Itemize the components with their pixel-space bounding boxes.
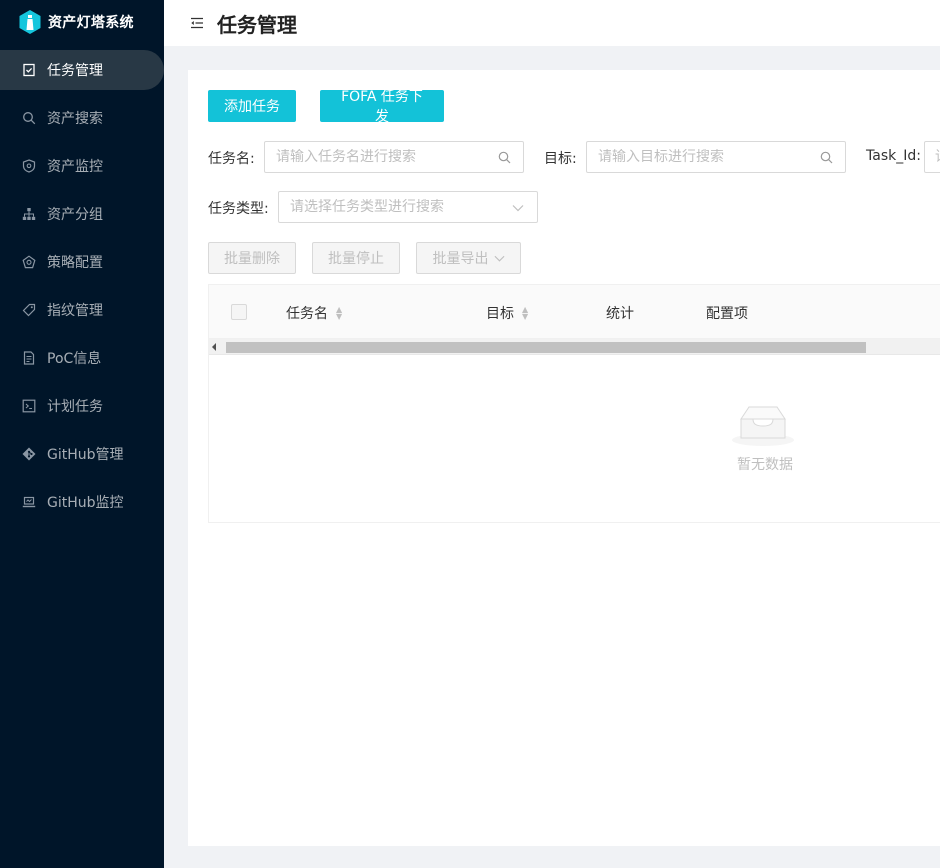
sidebar-item-fingerprint[interactable]: 指纹管理 [0, 290, 164, 330]
task-id-field[interactable] [924, 141, 940, 173]
column-header-config: 配置项 [706, 303, 748, 323]
lighthouse-logo-icon [19, 10, 41, 34]
task-id-label: Task_Id: [866, 148, 921, 164]
sidebar: 资产灯塔系统 任务管理 资产搜索 资产监控 资产分组 策略配置 指纹管理 PoC… [0, 0, 164, 868]
github-icon [22, 447, 36, 461]
task-icon [22, 63, 36, 77]
app-title: 资产灯塔系统 [48, 15, 134, 31]
batch-export-label: 批量导出 [432, 251, 489, 267]
sidebar-item-asset-monitor[interactable]: 资产监控 [0, 146, 164, 186]
policy-icon [22, 255, 36, 269]
empty-inbox-icon [732, 406, 794, 446]
sidebar-item-label: 指纹管理 [47, 303, 103, 319]
tag-icon [22, 303, 36, 317]
sidebar-item-label: PoC信息 [47, 351, 102, 367]
task-type-input[interactable] [290, 199, 537, 215]
batch-export-button[interactable]: 批量导出 [416, 242, 521, 274]
scroll-left-arrow-icon[interactable] [212, 343, 216, 351]
task-id-input[interactable] [935, 149, 940, 165]
sidebar-item-label: 资产监控 [47, 159, 103, 175]
batch-stop-button[interactable]: 批量停止 [312, 242, 400, 274]
header: 任务管理 [164, 0, 940, 46]
file-icon [22, 351, 36, 365]
sidebar-item-github-management[interactable]: GitHub管理 [0, 434, 164, 474]
empty-text: 暂无数据 [737, 457, 793, 473]
column-header-label: 统计 [606, 306, 634, 322]
sidebar-item-policy-config[interactable]: 策略配置 [0, 242, 164, 282]
sidebar-item-label: GitHub监控 [47, 495, 124, 511]
sidebar-item-asset-search[interactable]: 资产搜索 [0, 98, 164, 138]
search-icon[interactable] [498, 151, 511, 164]
column-header-stats: 统计 [606, 303, 634, 323]
sort-icon[interactable]: ▲ ▼ [336, 306, 342, 321]
laptop-icon [22, 495, 36, 509]
target-field[interactable] [586, 141, 846, 173]
chevron-down-icon [494, 255, 504, 262]
sort-icon[interactable]: ▲ ▼ [522, 306, 528, 321]
column-header-task-name[interactable]: 任务名 ▲ ▼ [286, 303, 342, 323]
horizontal-scrollbar[interactable] [209, 339, 940, 355]
sidebar-item-label: 任务管理 [47, 63, 103, 79]
batch-delete-button[interactable]: 批量删除 [208, 242, 296, 274]
sidebar-item-label: 策略配置 [47, 255, 103, 271]
sidebar-menu: 任务管理 资产搜索 资产监控 资产分组 策略配置 指纹管理 PoC信息 计划任务… [0, 50, 164, 522]
task-name-field[interactable] [264, 141, 524, 173]
scrollbar-thumb[interactable] [226, 342, 866, 353]
task-table: 任务名 ▲ ▼ 目标 ▲ ▼ 统计 配置项 暂无数据 [208, 284, 940, 523]
column-header-target[interactable]: 目标 ▲ ▼ [486, 303, 528, 323]
search-icon[interactable] [820, 151, 833, 164]
empty-state: 暂无数据 [209, 356, 940, 523]
brand[interactable]: 资产灯塔系统 [0, 0, 164, 44]
add-task-button[interactable]: 添加任务 [208, 90, 296, 122]
group-icon [22, 207, 36, 221]
table-header: 任务名 ▲ ▼ 目标 ▲ ▼ 统计 配置项 [209, 285, 940, 339]
sidebar-item-label: 资产分组 [47, 207, 103, 223]
sidebar-item-task-management[interactable]: 任务管理 [0, 50, 164, 90]
page-title: 任务管理 [217, 12, 297, 37]
code-icon [22, 399, 36, 413]
column-header-label: 目标 [486, 306, 514, 322]
column-header-label: 配置项 [706, 306, 748, 322]
sidebar-item-label: 计划任务 [47, 399, 103, 415]
chevron-down-icon [512, 202, 524, 214]
search-icon [22, 111, 36, 125]
target-label: 目标: [544, 151, 577, 167]
monitor-icon [22, 159, 36, 173]
select-all-checkbox[interactable] [231, 304, 247, 320]
column-header-label: 任务名 [286, 306, 328, 322]
content-card: 添加任务 FOFA 任务下发 任务名: 目标: Task_Id: 任务类型: 批… [188, 70, 940, 846]
sidebar-item-github-monitor[interactable]: GitHub监控 [0, 482, 164, 522]
fofa-task-button[interactable]: FOFA 任务下发 [320, 89, 444, 125]
sidebar-item-scheduled-task[interactable]: 计划任务 [0, 386, 164, 426]
sidebar-item-label: 资产搜索 [47, 111, 103, 127]
target-input[interactable] [598, 149, 845, 165]
sidebar-item-asset-group[interactable]: 资产分组 [0, 194, 164, 234]
task-type-label: 任务类型: [208, 201, 269, 217]
sidebar-item-poc-info[interactable]: PoC信息 [0, 338, 164, 378]
task-type-select[interactable] [278, 191, 538, 223]
task-name-label: 任务名: [208, 151, 255, 167]
menu-fold-icon[interactable] [190, 16, 204, 30]
task-name-input[interactable] [276, 149, 523, 165]
sidebar-item-label: GitHub管理 [47, 447, 124, 463]
